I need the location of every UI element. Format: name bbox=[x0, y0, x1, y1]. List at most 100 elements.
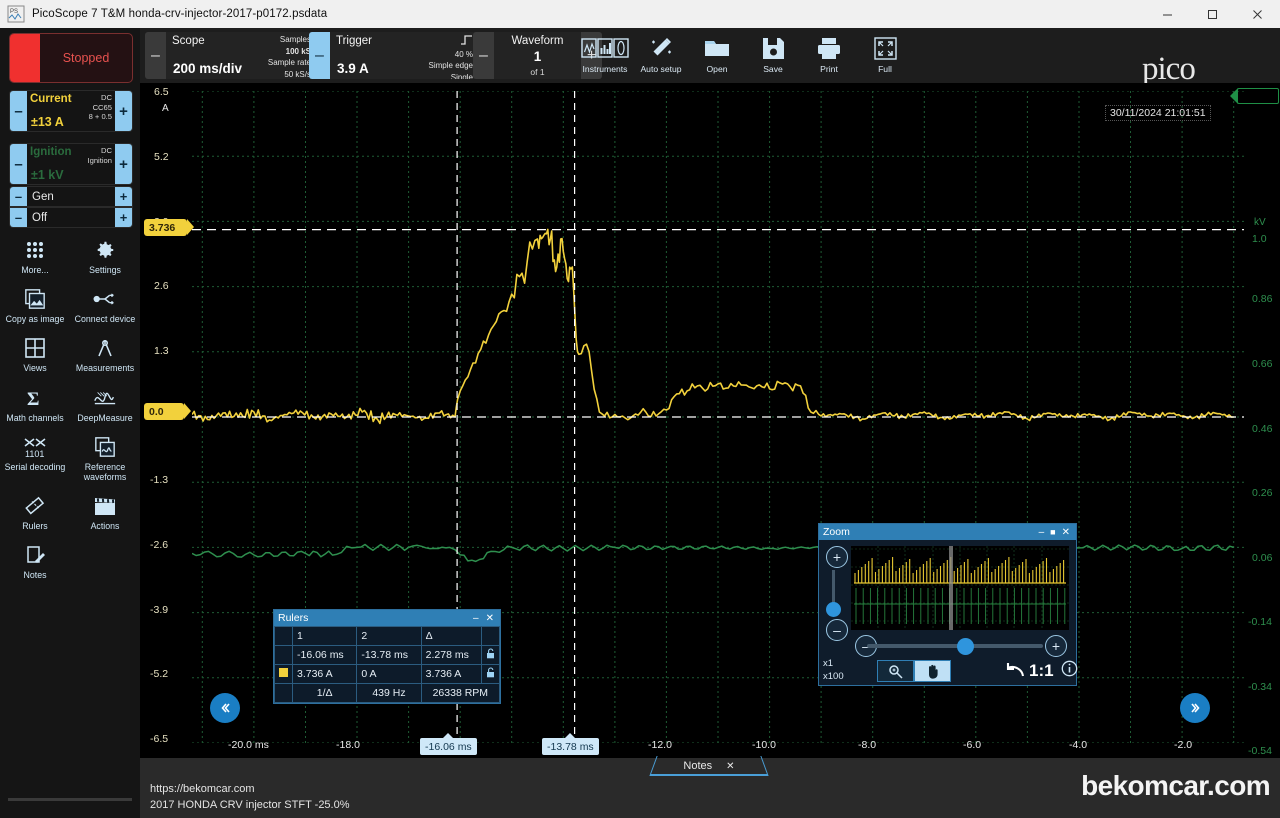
print-button[interactable]: Print bbox=[801, 32, 857, 74]
rulers-window[interactable]: Rulers – ✕ 1 2 Δ -16.06 ms -13.78 ms 2.2… bbox=[273, 609, 501, 704]
close-button[interactable] bbox=[1235, 0, 1280, 28]
sidebar-item-math-channels-label: Math channels bbox=[6, 412, 64, 423]
picoscope-icon: PS bbox=[7, 5, 25, 23]
sidebar-item-views[interactable]: Views bbox=[0, 331, 70, 373]
hand-icon[interactable] bbox=[914, 660, 951, 682]
tab-notes[interactable]: Notes ✕ bbox=[650, 758, 768, 776]
rulers-close-button[interactable]: ✕ bbox=[486, 613, 494, 624]
previous-waveform-button[interactable] bbox=[210, 693, 240, 723]
lock-icon[interactable] bbox=[481, 664, 500, 684]
rulers-window-titlebar[interactable]: Rulers – ✕ bbox=[274, 610, 500, 626]
y-tick-left-7: -2.6 bbox=[150, 539, 169, 551]
rulers-row1-c2: 0 A bbox=[356, 664, 422, 684]
sidebar-item-actions[interactable]: Actions bbox=[70, 489, 140, 531]
save-button[interactable]: Save bbox=[745, 32, 801, 74]
generator-state-decrease[interactable]: – bbox=[10, 208, 27, 227]
channel-ignition-range: ±1 kV bbox=[31, 168, 64, 182]
instruments-icon bbox=[581, 35, 629, 61]
zoom-vertical-knob[interactable] bbox=[826, 602, 841, 617]
channel-ignition-decrease[interactable]: – bbox=[10, 144, 27, 184]
sidebar-item-connect-device[interactable]: Connect device bbox=[70, 282, 140, 324]
maximize-button[interactable] bbox=[1190, 0, 1235, 28]
magic-wand-icon bbox=[649, 35, 673, 61]
zoom-reset-button[interactable]: 1:1 bbox=[1004, 660, 1078, 682]
current-zero-badge[interactable]: 0.0 bbox=[144, 403, 191, 420]
channel-current-increase[interactable]: + bbox=[115, 91, 132, 131]
run-stop-button[interactable]: Stopped bbox=[9, 33, 133, 83]
sidebar-item-measurements[interactable]: Measurements bbox=[70, 331, 140, 373]
channel-current[interactable]: – Current ±13 A DC CC65 8 + 0.5 + bbox=[9, 90, 133, 132]
sidebar-item-serial-decoding-label: Serial decoding bbox=[4, 461, 66, 472]
notes-content[interactable]: https://bekomcar.com 2017 HONDA CRV inje… bbox=[150, 782, 350, 814]
sidebar-item-notes[interactable]: Notes bbox=[0, 538, 70, 580]
grid-dots-icon bbox=[22, 237, 48, 263]
magnifier-icon[interactable] bbox=[877, 660, 914, 682]
generator-state-row[interactable]: – Off + bbox=[9, 207, 133, 228]
left-panel: Stopped – Current ±13 A DC CC65 8 + 0.5 … bbox=[0, 28, 140, 818]
waveform-previous-button[interactable]: – bbox=[473, 32, 494, 79]
waveform-icon bbox=[92, 385, 118, 411]
left-scrollbar[interactable] bbox=[8, 798, 132, 801]
instruments-button[interactable]: Instruments bbox=[577, 32, 633, 74]
rulers-row1-delta: 3.736 A bbox=[420, 664, 483, 684]
zoom-window-title: Zoom bbox=[823, 526, 850, 538]
scope-timebase[interactable]: Scope 200 ms/div Samples 100 kS Sample r… bbox=[166, 32, 316, 79]
zoom-minimize-button[interactable]: – bbox=[1039, 527, 1045, 538]
zoom-horizontal-increase[interactable]: + bbox=[1045, 635, 1067, 657]
zoom-in-button[interactable]: + bbox=[826, 546, 848, 568]
sidebar-item-deepmeasure[interactable]: DeepMeasure bbox=[70, 381, 140, 423]
current-ruler-badge[interactable]: 3.736 bbox=[144, 219, 194, 236]
sidebar-item-rulers[interactable]: Rulers bbox=[0, 489, 70, 531]
open-button[interactable]: Open bbox=[689, 32, 745, 74]
sidebar-item-math-channels[interactable]: Σ Math channels bbox=[0, 381, 70, 423]
zoom-overview-preview[interactable] bbox=[851, 546, 1069, 630]
usb-icon bbox=[92, 286, 118, 312]
channel-current-decrease[interactable]: – bbox=[10, 91, 27, 131]
zoom-window-titlebar[interactable]: Zoom – ■ ✕ bbox=[819, 524, 1076, 540]
trigger-decrease-button[interactable]: – bbox=[309, 32, 330, 79]
info-icon[interactable] bbox=[1061, 660, 1078, 682]
left-bottom-strip bbox=[0, 758, 140, 818]
rulers-minimize-button[interactable]: – bbox=[473, 613, 479, 624]
sidebar-item-settings[interactable]: Settings bbox=[70, 233, 140, 275]
channel-ignition-increase[interactable]: + bbox=[115, 144, 132, 184]
channel-current-body[interactable]: Current ±13 A DC CC65 8 + 0.5 bbox=[27, 91, 115, 131]
generator-decrease[interactable]: – bbox=[10, 187, 27, 206]
ruler-flag-2[interactable]: -13.78 ms bbox=[542, 733, 599, 755]
sidebar-item-reference-waveforms[interactable]: Reference waveforms bbox=[70, 430, 140, 482]
waveform-selector[interactable]: Waveform 1 of 1 bbox=[494, 32, 581, 79]
auto-setup-button[interactable]: Auto setup bbox=[633, 32, 689, 74]
full-screen-button[interactable]: Full bbox=[857, 32, 913, 74]
minimize-button[interactable] bbox=[1145, 0, 1190, 28]
fullscreen-icon bbox=[873, 35, 897, 61]
table-row: 3.736 A 0 A 3.736 A bbox=[274, 664, 500, 684]
sidebar-item-more[interactable]: More... bbox=[0, 233, 70, 275]
ruler-flag-1[interactable]: -16.06 ms bbox=[420, 733, 477, 755]
lock-icon[interactable] bbox=[481, 645, 500, 665]
trigger-level-value: 3.9 A bbox=[337, 61, 369, 76]
generator-increase[interactable]: + bbox=[115, 187, 132, 206]
sidebar-item-connect-device-label: Connect device bbox=[74, 314, 136, 325]
full-screen-label: Full bbox=[878, 64, 892, 74]
zoom-horizontal-track[interactable] bbox=[867, 644, 1043, 648]
channel-ignition-body[interactable]: Ignition ±1 kV DC Ignition bbox=[27, 144, 115, 184]
trigger-settings[interactable]: Trigger 3.9 A 40 % Simple edge Single bbox=[330, 32, 478, 79]
zoom-close-button[interactable]: ✕ bbox=[1062, 527, 1070, 538]
zoom-maximize-button[interactable]: ■ bbox=[1050, 527, 1055, 537]
channel-ignition[interactable]: – Ignition ±1 kV DC Ignition + bbox=[9, 143, 133, 185]
scope-decrease-button[interactable]: – bbox=[145, 32, 166, 79]
tab-notes-close-icon[interactable]: ✕ bbox=[726, 761, 734, 772]
print-label: Print bbox=[820, 64, 838, 74]
generator-row[interactable]: – Gen + bbox=[9, 186, 133, 207]
toolbar-buttons: Instruments Auto setup Open Save Print F… bbox=[577, 32, 913, 74]
sidebar-item-copy-as-image[interactable]: Copy as image bbox=[0, 282, 70, 324]
zoom-horizontal-knob[interactable] bbox=[957, 638, 974, 655]
tab-notes-label: Notes bbox=[683, 760, 713, 772]
sidebar-item-serial-decoding[interactable]: 1101 Serial decoding bbox=[0, 430, 70, 482]
zoom-window[interactable]: Zoom – ■ ✕ + – – + x1 x100 1:1 bbox=[818, 523, 1077, 686]
zoom-out-button[interactable]: – bbox=[826, 619, 848, 641]
next-waveform-button[interactable] bbox=[1180, 693, 1210, 723]
generator-state-increase[interactable]: + bbox=[115, 208, 132, 227]
ignition-offset-marker[interactable] bbox=[1230, 88, 1279, 104]
y-tick-left-10: -6.5 bbox=[150, 733, 169, 745]
